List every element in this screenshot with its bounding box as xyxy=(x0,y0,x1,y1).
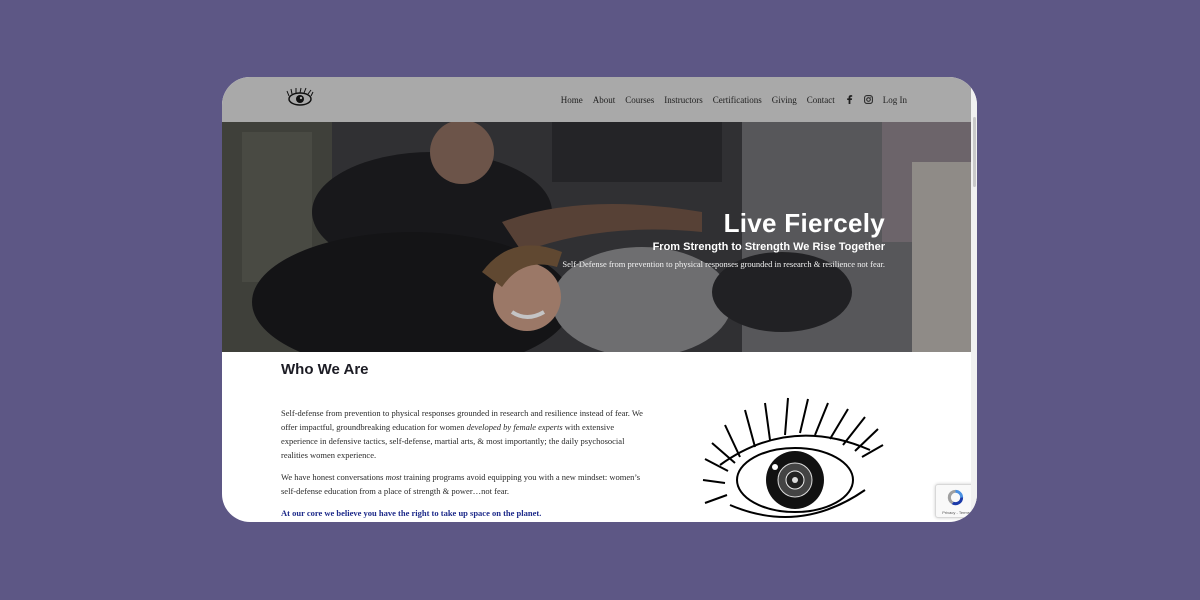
nav-about[interactable]: About xyxy=(593,95,616,105)
about-p1-emphasis: developed by female experts xyxy=(466,422,563,432)
site-header: Home About Courses Instructors Certifica… xyxy=(222,77,971,122)
hero-description: Self-Defense from prevention to physical… xyxy=(562,259,885,269)
eye-illustration-icon xyxy=(702,397,884,518)
about-paragraph-1: Self-defense from prevention to physical… xyxy=(281,406,646,462)
nav-home[interactable]: Home xyxy=(561,95,583,105)
nav-instructors[interactable]: Instructors xyxy=(664,95,703,105)
nav-certifications[interactable]: Certifications xyxy=(713,95,762,105)
nav-contact[interactable]: Contact xyxy=(807,95,835,105)
section-title: Who We Are xyxy=(281,361,369,378)
eye-logo-icon[interactable] xyxy=(286,87,314,109)
main-nav: Home About Courses Instructors Certifica… xyxy=(561,77,907,122)
nav-courses[interactable]: Courses xyxy=(625,95,654,105)
browser-frame: Home About Courses Instructors Certifica… xyxy=(222,77,977,522)
about-paragraph-2: We have honest conversations most traini… xyxy=(281,470,646,498)
scrollbar-thumb[interactable] xyxy=(973,117,976,187)
facebook-icon[interactable] xyxy=(845,95,854,104)
recaptcha-icon xyxy=(947,489,964,506)
about-core-belief: At our core we believe you have the righ… xyxy=(281,508,542,518)
hero-title: Live Fiercely xyxy=(723,208,885,238)
login-link[interactable]: Log In xyxy=(883,95,907,105)
instagram-icon[interactable] xyxy=(863,95,873,104)
nav-giving[interactable]: Giving xyxy=(772,95,797,105)
hero-banner: Live Fiercely From Strength to Strength … xyxy=(222,122,971,352)
scrollbar[interactable] xyxy=(971,77,977,522)
about-p2-text: We have honest conversations xyxy=(281,472,386,482)
about-p2-emphasis: most xyxy=(385,472,402,482)
recaptcha-footer[interactable]: Privacy - Terms xyxy=(936,510,976,515)
hero-subtitle: From Strength to Strength We Rise Togeth… xyxy=(652,241,885,253)
